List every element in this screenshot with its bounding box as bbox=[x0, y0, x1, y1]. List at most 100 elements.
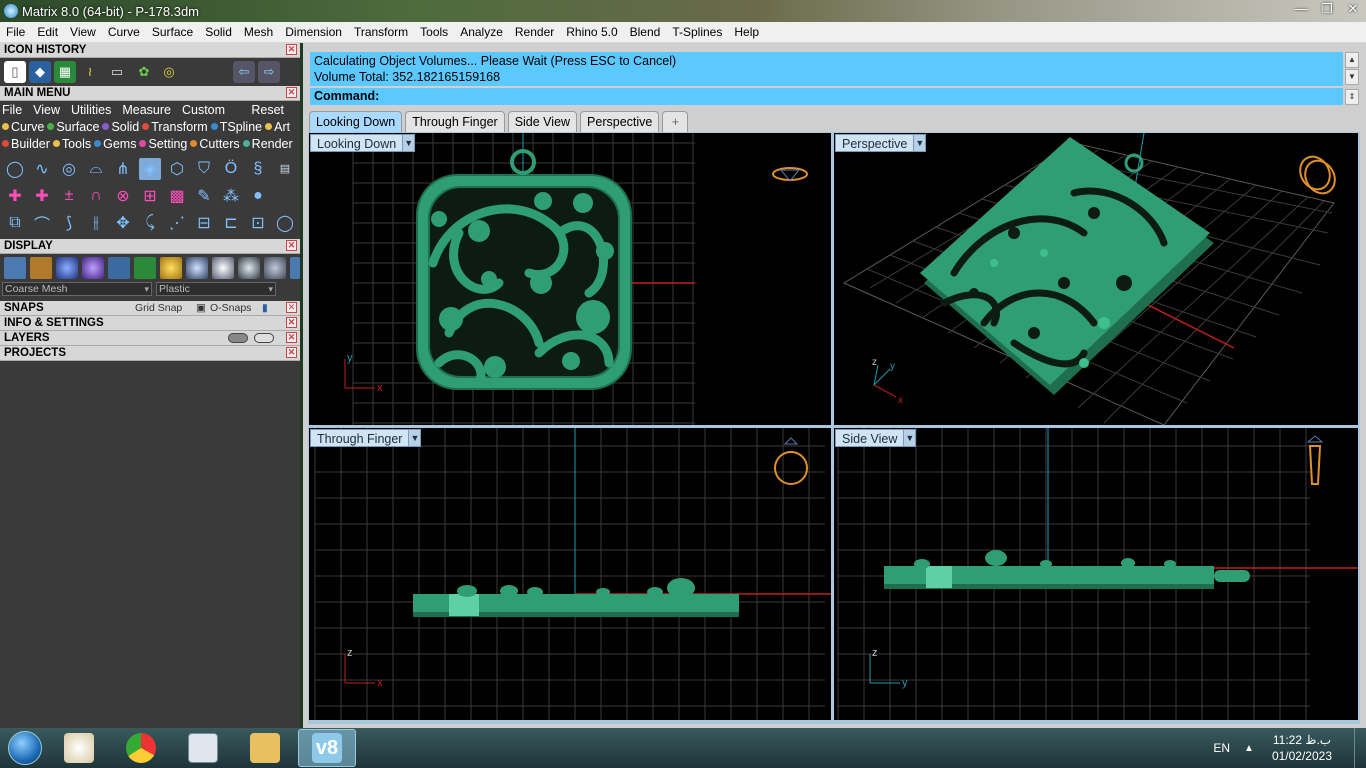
tab-through-finger[interactable]: Through Finger bbox=[405, 111, 505, 132]
add-point-2-icon[interactable]: ✚ bbox=[31, 185, 53, 207]
pave-icon[interactable]: ⁂ bbox=[220, 185, 242, 207]
menu-blend[interactable]: Blend bbox=[624, 25, 667, 39]
taskbar-explorer[interactable] bbox=[236, 729, 294, 767]
snap-options-icon[interactable]: ▮ bbox=[262, 301, 268, 316]
menu-render[interactable]: Render bbox=[509, 25, 560, 39]
language-indicator[interactable]: EN bbox=[1213, 741, 1230, 755]
display-header[interactable]: DISPLAY ✕ bbox=[0, 239, 300, 254]
shield-icon[interactable]: ⛉ bbox=[193, 158, 215, 180]
boxes-icon[interactable]: ⧉ bbox=[4, 212, 26, 234]
circle-tool-icon[interactable]: ◎ bbox=[158, 61, 180, 83]
pen-icon[interactable]: ✎ bbox=[193, 185, 215, 207]
history-back-icon[interactable]: ⇦ bbox=[233, 61, 255, 83]
viewport-label-looking-down[interactable]: Looking Down ▼ bbox=[310, 134, 416, 152]
menu-tsplines[interactable]: T-Splines bbox=[666, 25, 728, 39]
rotate-icon[interactable]: ⤹ bbox=[139, 212, 161, 234]
restore-button[interactable]: ❐ bbox=[1314, 0, 1340, 18]
category-cutters[interactable]: Cutters bbox=[190, 137, 240, 151]
viewport-looking-down[interactable]: y x Looking Down ▼ bbox=[309, 133, 831, 425]
flow-icon[interactable]: ⋰ bbox=[166, 212, 188, 234]
bezel-icon[interactable]: ⬡ bbox=[166, 158, 188, 180]
close-section-icon[interactable]: ✕ bbox=[286, 317, 297, 328]
cross-tool-icon[interactable]: ⊗ bbox=[112, 185, 134, 207]
tab-looking-down[interactable]: Looking Down bbox=[309, 111, 403, 132]
close-section-icon[interactable]: ✕ bbox=[286, 44, 297, 55]
menu-dimension[interactable]: Dimension bbox=[279, 25, 348, 39]
show-hidden-icons-icon[interactable]: ▲ bbox=[1244, 743, 1254, 754]
close-section-icon[interactable]: ✕ bbox=[286, 240, 297, 251]
dropdown-arrow-icon[interactable]: ▼ bbox=[903, 430, 916, 446]
taskbar-matrix[interactable]: v8 bbox=[298, 729, 356, 767]
mm-measure[interactable]: Measure bbox=[122, 103, 171, 117]
category-builder[interactable]: Builder bbox=[2, 137, 50, 151]
viewport-perspective[interactable]: z y x Perspective ▼ bbox=[834, 133, 1358, 425]
taskbar-calculator[interactable] bbox=[174, 729, 232, 767]
freeform-curve-icon[interactable]: ∿ bbox=[31, 158, 53, 180]
menu-mesh[interactable]: Mesh bbox=[238, 25, 279, 39]
menu-curve[interactable]: Curve bbox=[102, 25, 146, 39]
mm-utilities[interactable]: Utilities bbox=[71, 103, 111, 117]
mesh-quality-select[interactable]: Coarse Mesh bbox=[2, 282, 152, 296]
display-options-icon[interactable] bbox=[290, 257, 300, 279]
sweep-icon[interactable]: ⟆ bbox=[58, 212, 80, 234]
dropdown-arrow-icon[interactable]: ▼ bbox=[408, 430, 421, 446]
category-art[interactable]: Art bbox=[265, 120, 290, 134]
arc-icon[interactable]: ⌒ bbox=[31, 212, 53, 234]
gem-wizard-icon[interactable]: ◈ bbox=[139, 157, 161, 180]
menu-edit[interactable]: Edit bbox=[31, 25, 64, 39]
platinum-material-icon[interactable] bbox=[212, 257, 234, 279]
mm-view[interactable]: View bbox=[33, 103, 60, 117]
viewport-label-side-view[interactable]: Side View ▼ bbox=[835, 429, 917, 447]
icon-history-header[interactable]: ICON HISTORY ✕ bbox=[0, 43, 300, 58]
start-button[interactable] bbox=[0, 728, 50, 768]
menu-tools[interactable]: Tools bbox=[414, 25, 454, 39]
technical-icon[interactable] bbox=[134, 257, 156, 279]
pattern-icon[interactable]: ▩ bbox=[166, 185, 188, 207]
circle-curve-icon[interactable]: ◯ bbox=[4, 158, 26, 180]
ruler-icon[interactable]: ▭ bbox=[104, 61, 130, 83]
scroll-down-icon[interactable]: ▼ bbox=[1345, 69, 1359, 85]
category-render[interactable]: Render bbox=[242, 137, 293, 151]
category-curve[interactable]: Curve bbox=[2, 120, 44, 134]
menu-analyze[interactable]: Analyze bbox=[454, 25, 509, 39]
dropdown-arrow-icon[interactable]: ▼ bbox=[913, 135, 926, 151]
close-section-icon[interactable]: ✕ bbox=[286, 332, 297, 343]
layer-visibility-icon[interactable] bbox=[228, 333, 248, 343]
command-spinner-icon[interactable]: ⇕ bbox=[1345, 89, 1359, 105]
prong-icon[interactable]: ⋔ bbox=[112, 158, 134, 180]
split-icon[interactable]: ⫲ bbox=[85, 212, 107, 234]
category-solid[interactable]: Solid bbox=[102, 120, 139, 134]
new-file-icon[interactable]: ▯ bbox=[4, 61, 26, 83]
material-select[interactable]: Plastic bbox=[156, 282, 276, 296]
add-tab-icon[interactable]: + bbox=[662, 111, 689, 132]
viewport-through-finger[interactable]: z x Through Finger ▼ bbox=[309, 428, 831, 720]
shaded-icon[interactable] bbox=[56, 257, 78, 279]
history-forward-icon[interactable]: ⇨ bbox=[258, 61, 280, 83]
close-section-icon[interactable]: ✕ bbox=[286, 347, 297, 358]
category-setting[interactable]: Setting bbox=[139, 137, 187, 151]
main-menu-header[interactable]: MAIN MENU ✕ bbox=[0, 86, 300, 101]
clock[interactable]: 11:22 ب.ظ 01/02/2023 bbox=[1272, 732, 1332, 764]
menu-surface[interactable]: Surface bbox=[146, 25, 199, 39]
menu-view[interactable]: View bbox=[64, 25, 102, 39]
rendered-icon[interactable] bbox=[82, 257, 104, 279]
category-gems[interactable]: Gems bbox=[94, 137, 136, 151]
dropdown-arrow-icon[interactable]: ▼ bbox=[402, 135, 415, 151]
mm-reset[interactable]: Reset bbox=[251, 103, 284, 117]
tab-perspective[interactable]: Perspective bbox=[580, 111, 660, 132]
arch-icon[interactable]: ∩ bbox=[85, 185, 107, 207]
ellipse-icon[interactable]: ◯ bbox=[274, 212, 296, 234]
mm-file[interactable]: File bbox=[2, 103, 22, 117]
close-section-icon[interactable]: ✕ bbox=[286, 302, 297, 313]
matte-material-icon[interactable] bbox=[264, 257, 286, 279]
shank-icon[interactable]: ⌓ bbox=[85, 158, 107, 180]
gem-tool-icon[interactable]: ◆ bbox=[29, 61, 51, 83]
array-icon[interactable]: ⊟ bbox=[193, 212, 215, 234]
add-point-icon[interactable]: ✚ bbox=[4, 185, 26, 207]
category-transform[interactable]: Transform bbox=[142, 120, 208, 134]
branch-tool-icon[interactable]: ✿ bbox=[133, 61, 155, 83]
ring-icon[interactable]: ◎ bbox=[58, 158, 80, 180]
close-section-icon[interactable]: ✕ bbox=[286, 87, 297, 98]
panel-toggle-icon[interactable]: ▤ bbox=[274, 158, 296, 180]
ghosted-icon[interactable] bbox=[30, 257, 52, 279]
